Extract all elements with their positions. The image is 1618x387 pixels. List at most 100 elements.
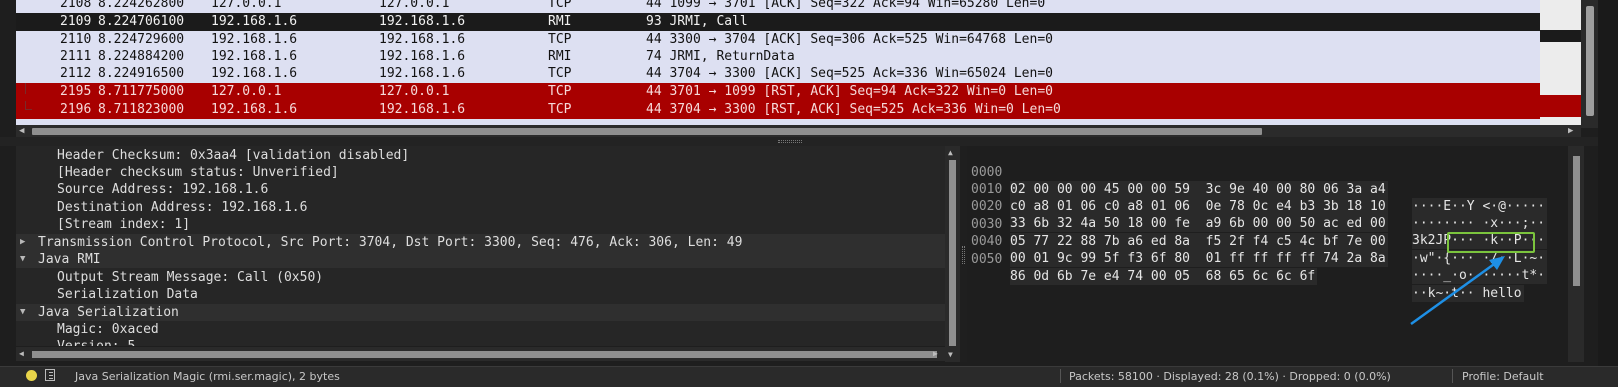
tree-item[interactable]: Header Checksum: 0x3aa4 [validation disa… bbox=[16, 147, 945, 164]
scrollbar-thumb[interactable] bbox=[32, 128, 1262, 135]
packet-row[interactable]: 2110 8.224729600 192.168.1.6 192.168.1.6… bbox=[16, 31, 1581, 49]
packet-no: 2196 bbox=[60, 102, 92, 117]
scroll-left-arrow-icon[interactable]: ◀ bbox=[19, 349, 24, 358]
status-field-info: Java Serialization Magic (rmi.ser.magic)… bbox=[75, 370, 340, 383]
packet-minimap[interactable] bbox=[1540, 0, 1581, 125]
packet-info: 44 3300 → 3704 [ACK] Seq=306 Ack=525 Win… bbox=[646, 32, 1053, 47]
hex-bytes[interactable]: 02 00 00 00 45 00 00 59 3c 9e 40 00 80 0… bbox=[1010, 181, 1388, 198]
status-divider bbox=[1452, 369, 1453, 383]
packet-source: 192.168.1.6 bbox=[211, 102, 298, 117]
annotation-arrow-icon bbox=[1410, 256, 1505, 326]
expand-arrow-icon[interactable]: ▶ bbox=[20, 234, 25, 251]
bytes-row[interactable]: 0020 33 6b 32 4a 50 18 00 fe a9 6b 00 00… bbox=[967, 181, 1548, 249]
packet-row[interactable]: 2111 8.224884200 192.168.1.6 192.168.1.6… bbox=[16, 48, 1581, 66]
scroll-left-arrow-icon[interactable]: ◀ bbox=[19, 126, 24, 136]
tree-item[interactable]: Serialization Data bbox=[16, 286, 945, 303]
packet-time: 8.224706100 bbox=[98, 14, 185, 29]
packet-row[interactable]: 2108 8.224262800 127.0.0.1 127.0.0.1 TCP… bbox=[16, 0, 1581, 13]
hex-bytes[interactable]: 05 77 22 88 7b a6 ed 8a f5 2f f4 c5 4c b… bbox=[1010, 233, 1388, 250]
hex-bytes[interactable]: c0 a8 01 06 c0 a8 01 06 0e 78 0c e4 b3 3… bbox=[1010, 198, 1388, 215]
packet-row-rst[interactable]: 2196 8.711823000 192.168.1.6 192.168.1.6… bbox=[16, 101, 1581, 119]
scroll-up-arrow-icon[interactable]: ▲ bbox=[948, 148, 953, 157]
details-vertical-scrollbar[interactable]: ▲ ▼ bbox=[945, 146, 960, 362]
scroll-down-arrow-icon[interactable]: ▼ bbox=[948, 350, 953, 359]
tree-item-label: [Stream index: 1] bbox=[57, 217, 191, 232]
bytes-row[interactable]: 0030 05 77 22 88 7b a6 ed 8a f5 2f f4 c5… bbox=[967, 199, 1548, 267]
packet-destination: 192.168.1.6 bbox=[379, 49, 466, 64]
packet-time: 8.224262800 bbox=[98, 0, 185, 11]
packet-source: 192.168.1.6 bbox=[211, 66, 298, 81]
splitter-grip[interactable] bbox=[962, 246, 965, 264]
capture-comment-icon[interactable] bbox=[45, 369, 55, 381]
packet-protocol: TCP bbox=[548, 0, 572, 11]
tree-item-label: Transmission Control Protocol, Src Port:… bbox=[38, 235, 743, 250]
hello-highlight-box bbox=[1447, 232, 1535, 253]
tree-item[interactable]: Destination Address: 192.168.1.6 bbox=[16, 199, 945, 216]
packet-list-horizontal-scrollbar[interactable]: ◀ ▶ bbox=[16, 125, 1581, 137]
tree-item[interactable]: [Stream index: 1] bbox=[16, 216, 945, 233]
tree-item-label: [Header checksum status: Unverified] bbox=[57, 165, 339, 180]
minimap-error-marker bbox=[1540, 95, 1581, 117]
packet-destination: 192.168.1.6 bbox=[379, 14, 466, 29]
pane-splitter[interactable] bbox=[0, 137, 1618, 146]
tree-item-tcp[interactable]: ▶ Transmission Control Protocol, Src Por… bbox=[16, 234, 945, 251]
scrollbar-thumb[interactable] bbox=[1573, 156, 1580, 286]
tree-item[interactable]: Source Address: 192.168.1.6 bbox=[16, 181, 945, 198]
packet-no: 2111 bbox=[60, 49, 92, 64]
packet-row-selected[interactable]: 2109 8.224706100 192.168.1.6 192.168.1.6… bbox=[16, 13, 1581, 31]
splitter-grip[interactable] bbox=[778, 140, 802, 143]
scrollbar-thumb[interactable] bbox=[32, 351, 937, 358]
packet-time: 8.224884200 bbox=[98, 49, 185, 64]
scroll-right-arrow-icon[interactable]: ▶ bbox=[1568, 126, 1573, 136]
byte-offset: 0050 bbox=[971, 252, 1003, 267]
packet-list-vertical-scrollbar[interactable] bbox=[1581, 0, 1598, 128]
packet-source: 192.168.1.6 bbox=[211, 32, 298, 47]
packet-destination: 127.0.0.1 bbox=[379, 0, 450, 11]
tree-item[interactable]: Version: 5 bbox=[16, 338, 945, 346]
collapse-arrow-icon[interactable]: ▼ bbox=[20, 251, 25, 268]
packet-info: 44 3704 → 3300 [RST, ACK] Seq=525 Ack=33… bbox=[646, 102, 1061, 117]
vertical-pane-splitter[interactable] bbox=[960, 146, 967, 362]
tree-item-java-serialization[interactable]: ▼ Java Serialization bbox=[16, 304, 945, 321]
bytes-row[interactable]: 0000 02 00 00 00 45 00 00 59 3c 9e 40 00… bbox=[967, 147, 1548, 215]
packet-row[interactable]: 2112 8.224916500 192.168.1.6 192.168.1.6… bbox=[16, 65, 1581, 83]
expert-info-indicator-icon[interactable] bbox=[26, 370, 37, 381]
tree-item-label: Java Serialization bbox=[38, 305, 179, 320]
packet-info: 44 3701 → 1099 [RST, ACK] Seq=94 Ack=322… bbox=[646, 84, 1053, 99]
ascii-bytes[interactable]: ····E··Y <·@····· bbox=[1412, 198, 1548, 215]
scroll-right-arrow-icon[interactable]: ▶ bbox=[933, 349, 938, 358]
bytes-row[interactable]: 0040 00 01 9c 99 5f f3 6f 80 01 ff ff ff… bbox=[967, 216, 1548, 284]
scrollbar-thumb[interactable] bbox=[949, 160, 956, 346]
collapse-arrow-icon[interactable]: ▼ bbox=[20, 304, 25, 321]
tree-item[interactable]: Output Stream Message: Call (0x50) bbox=[16, 269, 945, 286]
tree-item[interactable]: Magic: 0xaced bbox=[16, 321, 945, 338]
packet-destination: 192.168.1.6 bbox=[379, 66, 466, 81]
packet-info: 93 JRMI, Call bbox=[646, 14, 748, 29]
packet-destination: 192.168.1.6 bbox=[379, 102, 466, 117]
conversation-bracket bbox=[25, 83, 26, 94]
bytes-vertical-scrollbar[interactable] bbox=[1568, 146, 1584, 362]
bytes-row[interactable]: 0010 c0 a8 01 06 c0 a8 01 06 0e 78 0c e4… bbox=[967, 164, 1548, 232]
conversation-bracket-end bbox=[25, 101, 32, 110]
minimap-selected-marker bbox=[1540, 30, 1581, 42]
hex-bytes[interactable]: 86 0d 6b 7e e4 74 00 05 68 65 6c 6c 6f bbox=[1010, 268, 1318, 285]
hex-bytes[interactable]: 33 6b 32 4a 50 18 00 fe a9 6b 00 00 50 a… bbox=[1010, 215, 1388, 232]
packet-protocol: RMI bbox=[548, 14, 572, 29]
tree-item-java-rmi[interactable]: ▼ Java RMI bbox=[16, 251, 945, 268]
tree-item-label: Header Checksum: 0x3aa4 [validation disa… bbox=[57, 148, 410, 163]
tree-item[interactable]: [Header checksum status: Unverified] bbox=[16, 164, 945, 181]
tree-item-label: Destination Address: 192.168.1.6 bbox=[57, 200, 308, 215]
status-profile[interactable]: Profile: Default bbox=[1462, 370, 1544, 383]
status-divider bbox=[1060, 369, 1061, 383]
packet-list[interactable]: 2108 8.224262800 127.0.0.1 127.0.0.1 TCP… bbox=[16, 0, 1581, 125]
hex-bytes[interactable]: 00 01 9c 99 5f f3 6f 80 01 ff ff ff ff 7… bbox=[1010, 250, 1388, 267]
tree-item-label: Java RMI bbox=[38, 252, 101, 267]
packet-row-rst[interactable]: 2195 8.711775000 127.0.0.1 127.0.0.1 TCP… bbox=[16, 83, 1581, 101]
packet-protocol: TCP bbox=[548, 66, 572, 81]
details-horizontal-scrollbar[interactable]: ◀ ▶ bbox=[16, 347, 945, 361]
tree-item-label: Magic: 0xaced bbox=[57, 322, 159, 337]
ascii-bytes[interactable]: ········ ·x···;·· bbox=[1412, 215, 1548, 232]
scrollbar-thumb[interactable] bbox=[1586, 6, 1594, 116]
packet-details-tree[interactable]: Header Checksum: 0x3aa4 [validation disa… bbox=[16, 146, 945, 346]
bytes-row[interactable]: 0050 86 0d 6b 7e e4 74 00 05 68 65 6c 6c… bbox=[967, 234, 1524, 302]
